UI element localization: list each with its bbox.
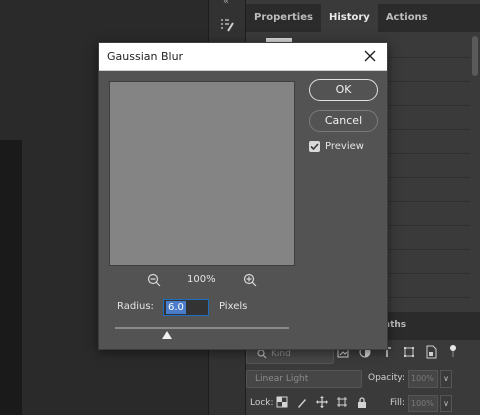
lock-image-pixels-icon[interactable]: [296, 396, 308, 409]
filter-toggle-icon[interactable]: [446, 344, 460, 360]
blend-mode-select[interactable]: Linear Light: [246, 370, 362, 388]
radius-label: Radius:: [117, 301, 154, 312]
collapse-chevron-icon[interactable]: «: [223, 0, 229, 7]
fill-input[interactable]: 100%: [408, 395, 438, 412]
close-icon[interactable]: [361, 47, 379, 65]
preview-label: Preview: [325, 141, 364, 152]
blend-mode-value: Linear Light: [255, 374, 309, 384]
tab-history[interactable]: History: [320, 4, 378, 32]
checkbox-checked-icon[interactable]: [309, 141, 320, 152]
photoshop-workspace: « Properties History Actions aths Kind L…: [0, 0, 480, 415]
lock-label: Lock:: [250, 398, 274, 408]
tab-actions[interactable]: Actions: [378, 4, 436, 32]
lock-row: Lock: Fill: 100% ∨: [246, 392, 480, 414]
chevron-down-icon[interactable]: ∨: [440, 395, 452, 412]
zoom-level: 100%: [187, 274, 216, 285]
dialog-titlebar[interactable]: Gaussian Blur: [99, 43, 387, 71]
filter-preview-area[interactable]: [109, 81, 295, 266]
opacity-label: Opacity:: [368, 373, 405, 383]
lock-position-icon[interactable]: [316, 396, 328, 409]
radius-input[interactable]: 6.0: [163, 299, 209, 316]
tab-properties[interactable]: Properties: [246, 4, 321, 32]
zoom-controls: 100%: [109, 271, 295, 289]
history-scrollbar[interactable]: [470, 34, 480, 314]
panel-tabs: Properties History Actions: [246, 4, 480, 32]
shape-layer-filter-icon[interactable]: [402, 344, 416, 360]
radius-slider-thumb[interactable]: [162, 331, 173, 339]
radius-slider-track[interactable]: [115, 327, 289, 329]
fill-label: Fill:: [390, 398, 406, 408]
opacity-input[interactable]: 100%: [408, 370, 438, 388]
preview-checkbox[interactable]: Preview: [309, 141, 389, 155]
lock-all-icon[interactable]: [356, 396, 368, 409]
dialog-title: Gaussian Blur: [107, 50, 184, 63]
lock-icons: [276, 396, 368, 409]
document-canvas[interactable]: [0, 140, 22, 415]
kind-filter-label: Kind: [271, 349, 291, 359]
gaussian-blur-dialog: Gaussian Blur 100% OK Cancel Preview Rad…: [98, 42, 388, 350]
history-panel-icon[interactable]: [213, 12, 241, 38]
radius-value: 6.0: [166, 301, 186, 314]
search-icon: [257, 349, 267, 359]
zoom-out-icon[interactable]: [147, 273, 161, 287]
ok-button[interactable]: OK: [309, 79, 378, 101]
radius-unit-label: Pixels: [219, 301, 248, 312]
cancel-button[interactable]: Cancel: [309, 110, 378, 132]
smart-object-filter-icon[interactable]: [424, 344, 438, 360]
zoom-in-icon[interactable]: [243, 273, 257, 287]
lock-artboard-icon[interactable]: [336, 396, 348, 409]
lock-transparent-pixels-icon[interactable]: [276, 396, 288, 409]
radius-row: Radius: 6.0 Pixels: [117, 299, 317, 317]
scrollbar-thumb[interactable]: [472, 36, 478, 76]
chevron-down-icon[interactable]: ∨: [440, 370, 452, 388]
blend-row: Linear Light Opacity: 100% ∨: [246, 368, 480, 390]
